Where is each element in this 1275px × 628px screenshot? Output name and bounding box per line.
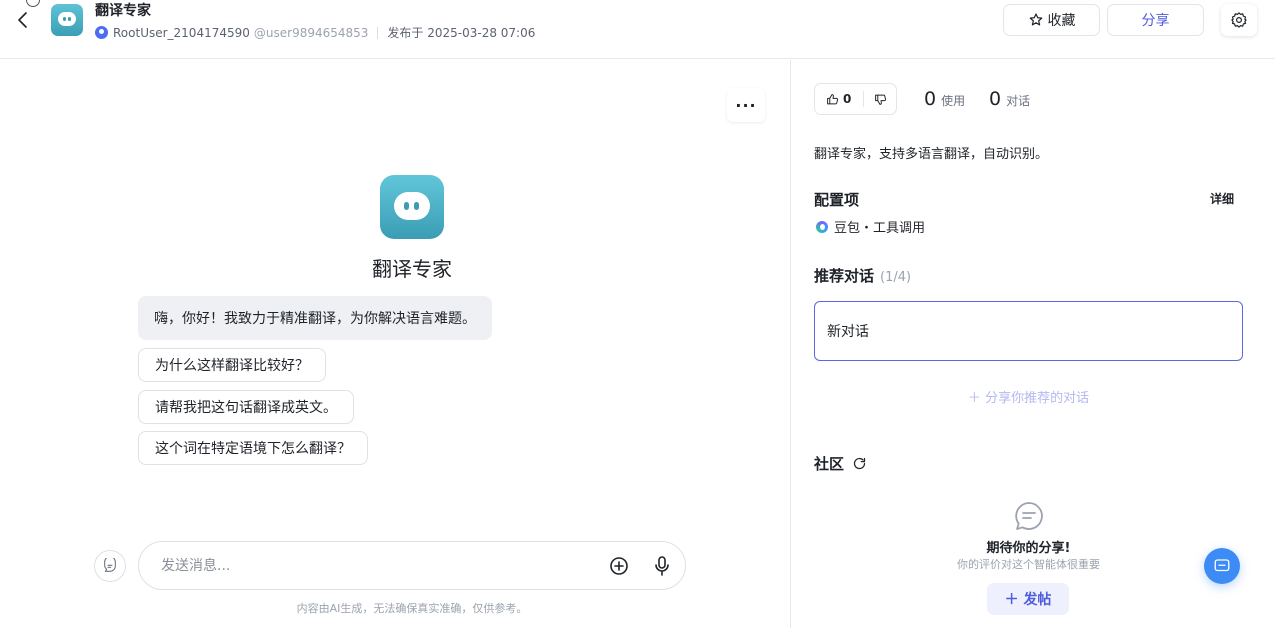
plus-icon: ＋ <box>1004 592 1024 608</box>
detail-link[interactable]: 详细 <box>1210 190 1234 207</box>
gear-icon <box>1231 12 1247 28</box>
favorite-button[interactable]: 收藏 <box>1003 4 1100 36</box>
bot-description: 翻译专家，支持多语言翻译，自动识别。 <box>814 147 1049 162</box>
microphone-icon[interactable] <box>652 555 672 577</box>
bot-avatar <box>380 175 444 239</box>
plus-icon: ＋ <box>967 391 986 406</box>
uses-label: 使用 <box>941 94 966 108</box>
community-empty-subtitle: 你的评价对这个智能体很重要 <box>957 558 1100 571</box>
author-handle: @user9894654853 <box>253 25 369 40</box>
suggestion-chip[interactable]: 为什么这样翻译比较好？ <box>138 348 326 382</box>
more-options-button[interactable]: ··· <box>727 88 765 122</box>
share-button[interactable]: 分享 <box>1107 4 1204 36</box>
uses-count: 0 <box>924 88 937 110</box>
favorite-label: 收藏 <box>1047 13 1076 29</box>
thumbs-down-icon <box>874 94 886 105</box>
model-info: 豆包・工具调用 <box>816 217 925 236</box>
recommend-title-text: 推荐对话 <box>814 267 875 285</box>
chats-stat: 0 对话 <box>989 88 1030 110</box>
community-title-text: 社区 <box>814 455 845 473</box>
divider <box>377 26 379 39</box>
chat-icon <box>1214 559 1230 572</box>
info-panel: 0 0 使用 0 对话 翻译专家，支持多语言翻译，自动识别。 配置项 详细 豆包… <box>791 60 1275 628</box>
settings-button[interactable] <box>1221 4 1257 36</box>
vote-box: 0 <box>814 83 897 115</box>
community-title: 社区 <box>814 453 867 474</box>
dislike-button[interactable] <box>864 93 896 106</box>
post-button[interactable]: ＋ 发帖 <box>987 583 1069 615</box>
user-icon <box>95 26 108 39</box>
model-name: 豆包・工具调用 <box>834 221 926 236</box>
add-attachment-icon[interactable] <box>609 556 629 576</box>
broom-icon <box>104 558 116 572</box>
chats-count: 0 <box>989 88 1002 110</box>
header: 翻译专家 RootUser_2104174590 @user9894654853… <box>0 0 1275 59</box>
share-recommend-button[interactable]: ＋ 分享你推荐的对话 <box>814 387 1243 406</box>
thumbs-up-icon <box>827 93 839 104</box>
comment-bubble-icon <box>1015 502 1043 530</box>
ai-disclaimer: 内容由AI生成，无法确保真实准确，仅供参考。 <box>296 602 528 615</box>
suggestion-chip[interactable]: 这个词在特定语境下怎么翻译？ <box>138 431 368 465</box>
like-button[interactable]: 0 <box>815 92 863 106</box>
feedback-float-button[interactable] <box>1204 548 1240 584</box>
author-meta: RootUser_2104174590 @user9894654853 发布于 … <box>95 24 535 41</box>
bot-name: 翻译专家 <box>372 257 452 281</box>
star-icon <box>1029 13 1042 26</box>
chats-label: 对话 <box>1006 94 1031 108</box>
circle-icon <box>26 0 40 7</box>
recommended-chat-item[interactable]: 新对话 <box>814 301 1243 361</box>
config-title: 配置项 <box>814 191 860 209</box>
message-input[interactable] <box>161 554 581 578</box>
share-recommend-label: 分享你推荐的对话 <box>985 391 1090 406</box>
like-count: 0 <box>843 92 852 106</box>
doubao-logo-icon <box>816 220 828 233</box>
post-label: 发帖 <box>1023 592 1052 608</box>
community-empty-title: 期待你的分享! <box>986 541 1071 556</box>
uses-stat: 0 使用 <box>924 88 965 110</box>
app-title: 翻译专家 <box>95 3 151 19</box>
back-arrow-icon[interactable] <box>12 9 34 31</box>
refresh-icon[interactable] <box>852 456 867 471</box>
recommend-count: (1/4) <box>880 270 912 285</box>
chat-panel: ··· 翻译专家 嗨，你好！我致力于精准翻译，为你解决语言难题。 为什么这样翻译… <box>0 60 790 628</box>
app-logo <box>51 4 83 36</box>
author-name[interactable]: RootUser_2104174590 <box>113 26 250 40</box>
greeting-message: 嗨，你好！我致力于精准翻译，为你解决语言难题。 <box>138 296 492 340</box>
share-label: 分享 <box>1141 13 1170 29</box>
message-input-box <box>138 541 686 590</box>
publish-date: 发布于 2025-03-28 07:06 <box>387 26 536 40</box>
new-chat-button[interactable] <box>94 550 126 582</box>
recommend-title: 推荐对话 (1/4) <box>814 265 911 286</box>
suggestion-chip[interactable]: 请帮我把这句话翻译成英文。 <box>138 390 354 424</box>
